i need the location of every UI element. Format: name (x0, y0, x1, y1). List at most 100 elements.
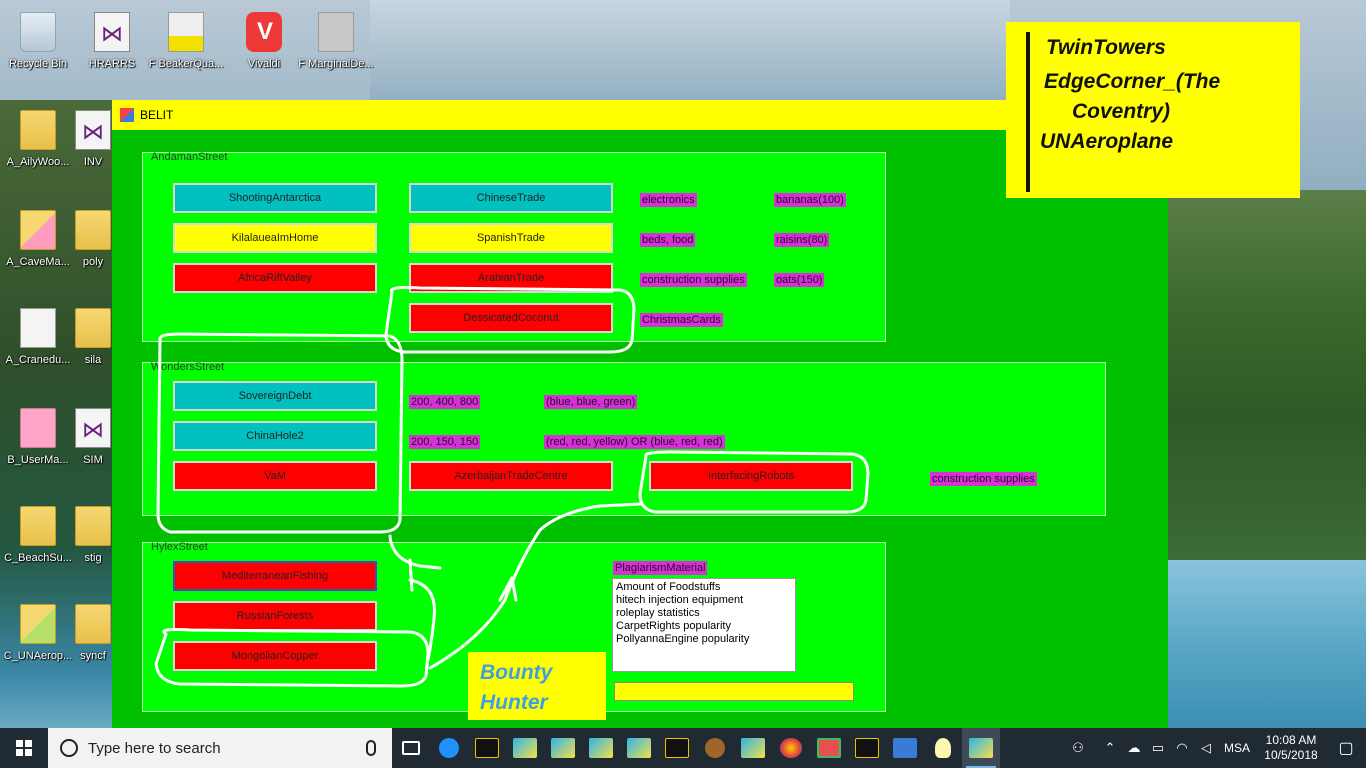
task-view-icon (402, 741, 420, 755)
visual-studio-icon (75, 408, 111, 448)
note-line-edgecorner: EdgeCorner_(The (1044, 70, 1221, 93)
taskbar-app-active[interactable] (962, 728, 1000, 768)
button-sovereign-debt[interactable]: SovereignDebt (173, 381, 377, 411)
tag-raisins: raisins(80) (774, 233, 830, 247)
folder-icon (75, 210, 111, 250)
tag-costs-1: 200, 400, 800 (409, 395, 481, 409)
microphone-icon[interactable] (366, 740, 376, 756)
note-line-twintowers: TwinTowers (1046, 36, 1166, 59)
clock[interactable]: 10:08 AM 10/5/2018 (1256, 733, 1326, 763)
desktop-icon-hrarrs[interactable]: HRARRS (74, 4, 150, 86)
desktop-icon-unaerop[interactable]: C_UNAerop... (0, 596, 76, 678)
plagiarism-listbox[interactable]: Amount of Foodstuffs hitech injection eq… (612, 578, 796, 672)
taskbar-app-green[interactable] (810, 728, 848, 768)
desktop-icon-inv[interactable]: INV (74, 102, 112, 184)
button-azerbaijan-trade-centre[interactable]: AzerbaijanTradeCentre (409, 461, 613, 491)
list-item[interactable]: hitech injection equipment (616, 594, 792, 607)
desktop-icon-label: Recycle Bin (8, 58, 68, 70)
taskbar-app-blocks[interactable] (886, 728, 924, 768)
visual-studio-icon (75, 110, 111, 150)
desktop-icon-stig[interactable]: stig (74, 498, 112, 580)
folder-icon (20, 210, 56, 250)
taskbar-app-a2[interactable] (544, 728, 582, 768)
green-app-icon (817, 738, 841, 758)
desktop-icon-sim[interactable]: SIM (74, 400, 112, 482)
desktop-icon-label: C_UNAerop... (3, 650, 73, 662)
battery-icon[interactable]: ▭ (1146, 740, 1170, 756)
button-chinahole2[interactable]: ChinaHole2 (173, 421, 377, 451)
note-line-coventry: Coventry) (1072, 100, 1171, 123)
tag-construction-supplies: construction supplies (640, 273, 747, 287)
taskbar-app-v2[interactable] (658, 728, 696, 768)
button-interfacing-robots[interactable]: InterfacingRobots (649, 461, 853, 491)
language-indicator[interactable]: MSA (1224, 741, 1250, 755)
button-mediterranean-fishing[interactable]: MediterraneanFishing (173, 561, 377, 591)
taskbar-app-a5[interactable] (734, 728, 772, 768)
app-icon (627, 738, 651, 758)
desktop-icon-userma[interactable]: B_UserMa... (0, 400, 76, 482)
edge-icon (439, 738, 459, 758)
folder-icon (20, 604, 56, 644)
button-africa-rift-valley[interactable]: AfricaRiftValley (173, 263, 377, 293)
group-label: AndamanStreet (151, 151, 228, 163)
start-button[interactable] (0, 728, 48, 768)
desktop-icon-syncf[interactable]: syncf (74, 596, 112, 678)
cloud-icon[interactable]: ☁ (1122, 740, 1146, 756)
tag-christmas-cards: ChristmasCards (640, 313, 723, 327)
folder-icon (75, 506, 111, 546)
volume-icon[interactable]: ◁ (1194, 740, 1218, 756)
taskbar-edge[interactable] (430, 728, 468, 768)
desktop-icon-marginalde[interactable]: F MarginalDe... (298, 4, 374, 86)
task-view-button[interactable] (392, 728, 430, 768)
button-chinese-trade[interactable]: ChineseTrade (409, 183, 613, 213)
button-russian-forests[interactable]: RussianForests (173, 601, 377, 631)
desktop-icon-vivaldi[interactable]: Vivaldi (226, 4, 302, 86)
taskbar-app-a3[interactable] (582, 728, 620, 768)
desktop-icon-label: A_CaveMa... (6, 256, 70, 268)
taskbar-app-snail[interactable] (696, 728, 734, 768)
taskbar-app-a4[interactable] (620, 728, 658, 768)
button-spanish-trade[interactable]: SpanishTrade (409, 223, 613, 253)
people-icon[interactable]: ⚇ (1066, 740, 1090, 756)
desktop-icon-beakerqua[interactable]: F BeakerQua... (148, 4, 224, 86)
button-vam[interactable]: VaM (173, 461, 377, 491)
desktop-icon-label: poly (82, 256, 104, 268)
bounty-hunter-label: Bounty Hunter (468, 652, 606, 720)
taskbar-app-bulb[interactable] (924, 728, 962, 768)
taskbar-app-paint[interactable] (772, 728, 810, 768)
note-line-unaeroplane: UNAeroplane (1040, 130, 1174, 153)
tag-plagiarism-material: PlagiarismMaterial (613, 561, 708, 575)
list-item[interactable]: CarpetRights popularity (616, 620, 792, 633)
desktop-icon-beachsu[interactable]: C_BeachSu... (0, 498, 76, 580)
taskbar: Type here to search ⚇ ⌃ ☁ ▭ ◠ ◁ MSA 10:0… (0, 728, 1366, 768)
desktop-icon-sila[interactable]: sila (74, 300, 112, 382)
list-item[interactable]: roleplay statistics (616, 607, 792, 620)
desktop-icon-cavema[interactable]: A_CaveMa... (0, 202, 76, 284)
tag-colors-1: (blue, blue, green) (544, 395, 638, 409)
desktop-icon-recycle-bin[interactable]: Recycle Bin (0, 4, 76, 86)
folder-icon (20, 110, 56, 150)
desktop-icon-ailywoo[interactable]: A_AilyWoo... (0, 102, 76, 184)
taskbar-app-a1[interactable] (506, 728, 544, 768)
button-dessicated-coconut[interactable]: DessicatedCoconut (409, 303, 613, 333)
list-item[interactable]: PollyannaEngine popularity (616, 633, 792, 646)
button-arabian-trade[interactable]: ArabianTrade (409, 263, 613, 293)
button-mongolian-copper[interactable]: MongolianCopper (173, 641, 377, 671)
taskbar-search[interactable]: Type here to search (48, 728, 392, 768)
wifi-icon[interactable]: ◠ (1170, 740, 1194, 756)
desktop-icon-label: SIM (83, 454, 103, 466)
taskbar-app-v3[interactable] (848, 728, 886, 768)
desktop-icon-poly[interactable]: poly (74, 202, 112, 284)
taskbar-app-v1[interactable] (468, 728, 506, 768)
button-shooting-antarctica[interactable]: ShootingAntarctica (173, 183, 377, 213)
desktop-icon-label: B_UserMa... (7, 454, 69, 466)
chevron-up-icon[interactable]: ⌃ (1098, 740, 1122, 756)
desktop-icon-cranedu[interactable]: A_Cranedu... (0, 300, 76, 382)
notification-icon[interactable]: ▢ (1326, 738, 1366, 758)
list-item[interactable]: Amount of Foodstuffs (616, 581, 792, 594)
document-icon (318, 12, 354, 52)
notes-divider (1026, 32, 1030, 192)
yellow-progress-bar (614, 682, 854, 701)
vivaldi-icon (246, 12, 282, 52)
button-kilalaueaimhome[interactable]: KilalaueaImHome (173, 223, 377, 253)
